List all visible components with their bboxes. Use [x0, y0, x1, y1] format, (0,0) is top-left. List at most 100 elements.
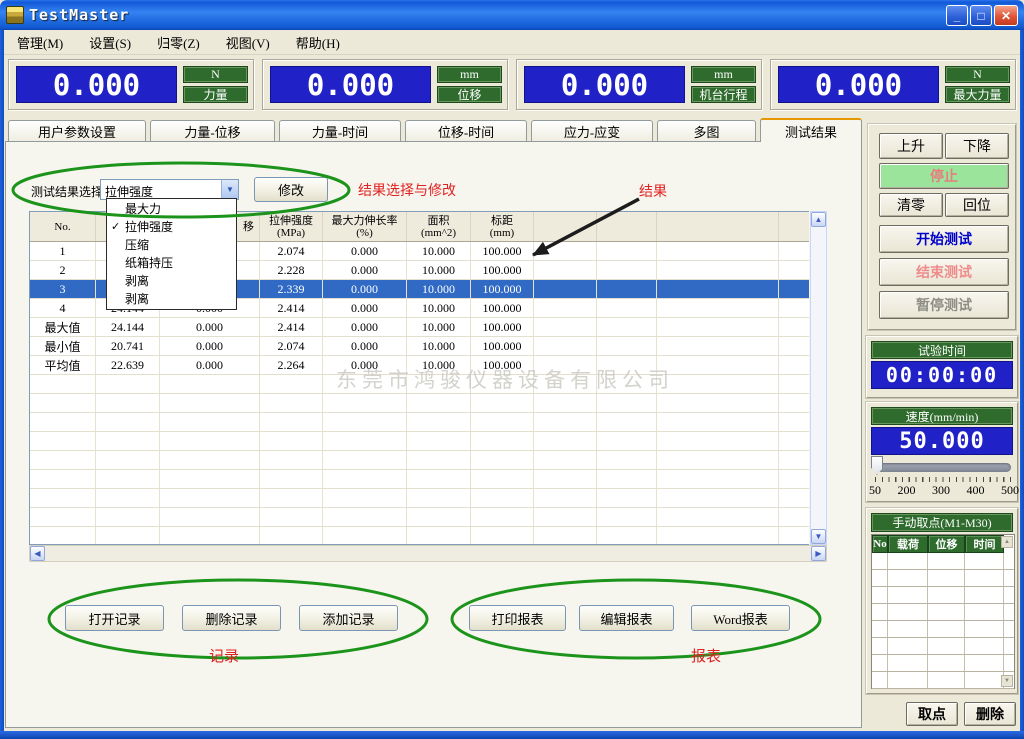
- return-button[interactable]: 回位: [945, 193, 1009, 217]
- table-row[interactable]: [30, 413, 809, 432]
- table-cell: 100.000: [471, 299, 534, 317]
- stop-button[interactable]: 停止: [879, 163, 1009, 189]
- table-cell: 10.000: [407, 299, 471, 317]
- table-row[interactable]: [30, 394, 809, 413]
- chevron-down-icon[interactable]: ▼: [221, 180, 238, 199]
- pause-test-button[interactable]: 暂停测试: [879, 291, 1009, 319]
- points-cell: [928, 553, 965, 569]
- record-button-1[interactable]: 打开记录: [65, 605, 164, 631]
- tab-4[interactable]: 位移-时间: [405, 120, 527, 141]
- menu-item[interactable]: 管理(M): [4, 30, 76, 55]
- table-cell: [96, 489, 160, 507]
- points-scroll-up-icon[interactable]: ▲: [1001, 536, 1013, 548]
- table-cell: [657, 356, 779, 374]
- table-cell: [657, 280, 779, 298]
- record-button-3[interactable]: 添加记录: [299, 605, 398, 631]
- table-cell: [779, 299, 809, 317]
- menu-item[interactable]: 视图(V): [213, 30, 283, 55]
- table-row[interactable]: [30, 432, 809, 451]
- table-cell: [96, 527, 160, 545]
- points-scroll-down-icon[interactable]: ▼: [1001, 675, 1013, 687]
- table-cell: [534, 508, 597, 526]
- speed-tick-label: 500: [1001, 483, 1019, 498]
- menu-item[interactable]: 帮助(H): [283, 30, 353, 55]
- table-cell: 2.339: [260, 280, 323, 298]
- start-test-button[interactable]: 开始测试: [879, 225, 1009, 253]
- table-cell: [96, 413, 160, 431]
- table-row[interactable]: [30, 470, 809, 489]
- speed-slider-thumb[interactable]: [871, 456, 883, 475]
- channel-tag: 机台行程: [691, 86, 756, 103]
- table-cell: [534, 299, 597, 317]
- points-header-row: No载荷位移时间: [872, 535, 1014, 553]
- table-cell: 2.414: [260, 299, 323, 317]
- horizontal-scrollbar[interactable]: ◀ ▶: [29, 545, 827, 562]
- delete-point-button[interactable]: 删除: [964, 702, 1016, 726]
- table-row[interactable]: [30, 527, 809, 545]
- dropdown-option[interactable]: 拉伸强度✓: [107, 217, 236, 235]
- vertical-scrollbar[interactable]: ▲ ▼: [810, 211, 827, 545]
- table-row[interactable]: [30, 508, 809, 527]
- column-title: 移: [243, 221, 254, 233]
- display-panel: 0.000mm机台行程: [516, 59, 762, 110]
- tab-1[interactable]: 用户参数设置: [8, 120, 146, 141]
- table-cell: [407, 508, 471, 526]
- scroll-down-icon[interactable]: ▼: [811, 529, 826, 544]
- jog-down-button[interactable]: 下降: [945, 133, 1009, 159]
- annotation-reports: 报表: [666, 645, 746, 666]
- dropdown-option[interactable]: 纸箱持压: [107, 253, 236, 271]
- table-row[interactable]: 最大值24.1440.0002.4140.00010.000100.000: [30, 318, 809, 337]
- scroll-left-icon[interactable]: ◀: [30, 546, 45, 561]
- speed-slider-track[interactable]: [875, 463, 1011, 472]
- menu-item[interactable]: 归零(Z): [144, 30, 213, 55]
- table-row[interactable]: 最小值20.7410.0002.0740.00010.000100.000: [30, 337, 809, 356]
- table-cell: [657, 508, 779, 526]
- pick-point-button[interactable]: 取点: [906, 702, 958, 726]
- report-button-1[interactable]: 打印报表: [469, 605, 566, 631]
- maximize-button[interactable]: □: [970, 5, 992, 26]
- close-button[interactable]: ✕: [994, 5, 1018, 26]
- table-cell: [779, 318, 809, 336]
- channel-tag: 力量: [183, 86, 248, 103]
- dropdown-option[interactable]: 最大力: [107, 199, 236, 217]
- column-header: [779, 212, 809, 241]
- tab-6[interactable]: 多图: [657, 120, 756, 141]
- tab-2[interactable]: 力量-位移: [150, 120, 275, 141]
- table-cell: 24.144: [96, 318, 160, 336]
- manual-points-table[interactable]: No载荷位移时间▲ ▼: [871, 534, 1015, 689]
- table-cell: [534, 432, 597, 450]
- tab-bar: 用户参数设置力量-位移力量-时间位移-时间应力-应变多图测试结果: [5, 118, 862, 141]
- scroll-right-icon[interactable]: ▶: [811, 546, 826, 561]
- tab-5[interactable]: 应力-应变: [531, 120, 653, 141]
- menu-item[interactable]: 设置(S): [76, 30, 144, 55]
- dropdown-option[interactable]: 剥离: [107, 289, 236, 307]
- table-cell: [30, 394, 96, 412]
- tab-3[interactable]: 力量-时间: [279, 120, 401, 141]
- report-button-2[interactable]: 编辑报表: [579, 605, 674, 631]
- table-cell: [260, 508, 323, 526]
- table-cell: [534, 413, 597, 431]
- table-cell: 2.228: [260, 261, 323, 279]
- tab-7[interactable]: 测试结果: [760, 118, 862, 142]
- table-cell: [260, 489, 323, 507]
- jog-up-button[interactable]: 上升: [879, 133, 943, 159]
- speed-tick-label: 300: [932, 483, 950, 498]
- table-cell: [779, 394, 809, 412]
- points-cell: [872, 638, 888, 654]
- zero-button[interactable]: 清零: [879, 193, 943, 217]
- report-button-3[interactable]: Word报表: [691, 605, 790, 631]
- result-select-combobox[interactable]: 拉伸强度 ▼: [100, 179, 239, 200]
- modify-button[interactable]: 修改: [254, 177, 328, 202]
- table-cell: 100.000: [471, 261, 534, 279]
- table-cell: [260, 527, 323, 545]
- end-test-button[interactable]: 结束测试: [879, 258, 1009, 286]
- title-bar[interactable]: TestMaster _ □ ✕: [0, 0, 1024, 30]
- record-button-2[interactable]: 删除记录: [182, 605, 281, 631]
- table-row[interactable]: [30, 451, 809, 470]
- dropdown-option[interactable]: 剥离: [107, 271, 236, 289]
- scroll-up-icon[interactable]: ▲: [811, 212, 826, 227]
- minimize-button[interactable]: _: [946, 5, 968, 26]
- dropdown-option[interactable]: 压缩: [107, 235, 236, 253]
- points-cell: [888, 638, 928, 654]
- table-row[interactable]: [30, 489, 809, 508]
